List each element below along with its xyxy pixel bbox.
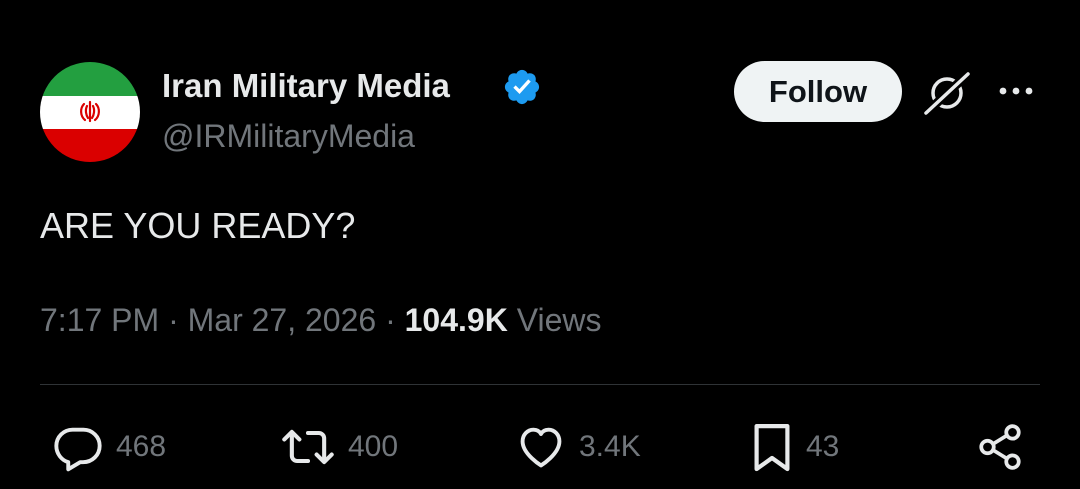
like-count: 3.4K — [579, 430, 641, 463]
more-options-icon[interactable] — [996, 84, 1036, 98]
tweet-metadata: 7:17 PM · Mar 27, 2026 · 104.9K Views — [40, 298, 601, 342]
share-button[interactable] — [975, 420, 1025, 474]
retweet-button[interactable]: 400 — [280, 420, 398, 474]
display-name[interactable]: Iran Military Media — [162, 64, 450, 108]
views-label: Views — [516, 302, 602, 338]
retweet-count: 400 — [348, 430, 399, 463]
tweet-text: ARE YOU READY? — [40, 205, 356, 246]
tweet-date[interactable]: Mar 27, 2026 — [188, 302, 377, 338]
bookmark-count: 43 — [806, 430, 840, 463]
follow-button[interactable]: Follow — [734, 61, 902, 122]
bookmark-button[interactable]: 43 — [750, 420, 839, 474]
reply-button[interactable]: 468 — [52, 420, 166, 474]
bookmark-icon — [754, 424, 790, 472]
reply-icon — [54, 427, 102, 472]
reply-count: 468 — [116, 430, 167, 463]
verified-badge-icon — [504, 69, 540, 105]
meta-separator: · — [159, 302, 188, 338]
tweet-time[interactable]: 7:17 PM — [40, 302, 159, 338]
grok-icon[interactable] — [922, 70, 974, 116]
iran-flag-icon — [40, 62, 140, 162]
meta-separator: · — [376, 302, 405, 338]
avatar[interactable] — [40, 62, 140, 162]
divider — [40, 384, 1040, 385]
views-count: 104.9K — [404, 302, 508, 338]
like-button[interactable]: 3.4K — [515, 420, 641, 474]
user-handle[interactable]: @IRMilitaryMedia — [162, 114, 415, 158]
heart-icon — [520, 427, 562, 468]
share-icon — [979, 424, 1021, 470]
retweet-icon — [282, 429, 334, 465]
